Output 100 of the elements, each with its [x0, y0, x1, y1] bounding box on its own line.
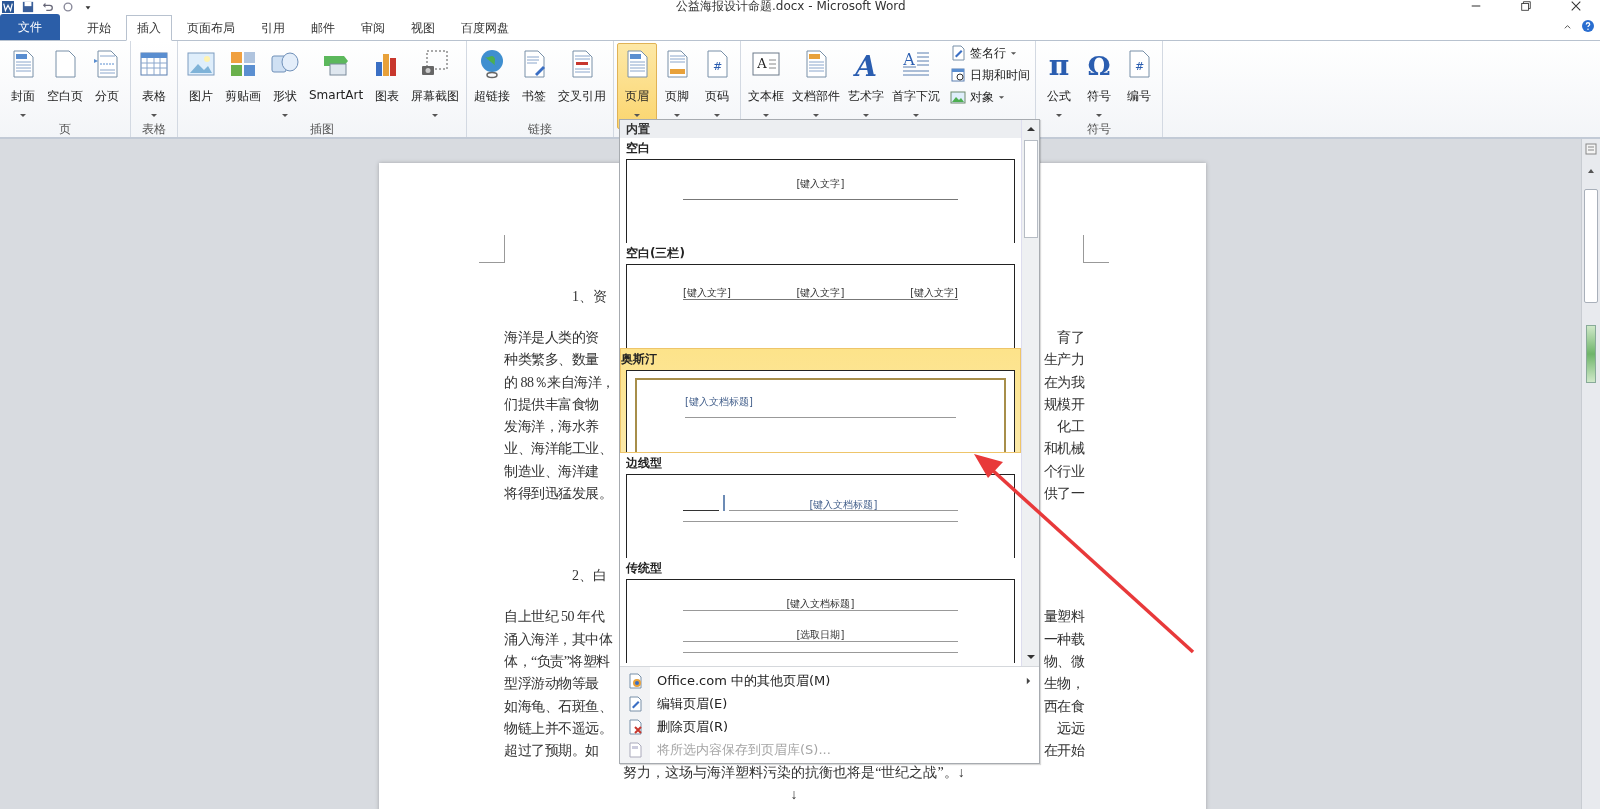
- word-icon[interactable]: [2, 1, 14, 13]
- globe-page-icon: [627, 672, 643, 689]
- menu-item[interactable]: 编辑页眉(E): [620, 692, 1039, 715]
- body-text: 涌入海洋，其中体: [504, 630, 612, 649]
- signature-icon: [950, 45, 967, 61]
- gallery-item[interactable]: 空白 [键入文字]: [620, 138, 1021, 243]
- calendar-icon: [950, 67, 967, 83]
- scrollbar[interactable]: [1581, 139, 1600, 809]
- crop-mark: [479, 235, 505, 263]
- omega-icon: Ω: [1083, 48, 1116, 80]
- ribbon-tab[interactable]: 邮件: [300, 16, 346, 40]
- caret-icon: [150, 113, 158, 118]
- preview-text: [键入文档标题]: [685, 396, 753, 407]
- body-text: 生物，: [1043, 675, 1084, 694]
- ribbon-button[interactable]: 签名行: [948, 43, 1033, 63]
- body-text: 制造业、海洋建: [504, 462, 599, 481]
- gallery-item-label: 空白(三栏): [626, 245, 686, 262]
- body-text: 和机械: [1043, 440, 1084, 459]
- body-text: 化工: [1057, 418, 1084, 437]
- heading-text: 1、资: [572, 289, 607, 304]
- preview-text: [键入文字]: [683, 287, 731, 298]
- submenu-arrow-icon: [1026, 676, 1031, 685]
- ribbon-button[interactable]: 图表: [367, 43, 408, 129]
- section-heading: 内置: [620, 120, 1021, 138]
- ribbon-button[interactable]: 屏幕截图: [407, 43, 464, 129]
- preview-text: [键入文字]: [796, 178, 845, 189]
- file-tab[interactable]: 文件: [0, 14, 60, 40]
- gallery-item-label: 空白: [626, 140, 651, 157]
- undo-icon[interactable]: [42, 1, 54, 13]
- body-text: 个行业: [1043, 462, 1084, 481]
- body-text: 生产力: [1043, 351, 1084, 370]
- ribbon-button[interactable]: 日期和时间: [948, 65, 1033, 85]
- restore-icon[interactable]: [1520, 0, 1532, 12]
- scroll-thumb[interactable]: [1023, 140, 1038, 238]
- body-text: 种类繁多、数量: [504, 351, 599, 370]
- group-label: 插图: [310, 121, 335, 138]
- preview-text: [键入文字]: [796, 287, 845, 298]
- gallery-item[interactable]: 边线型 [键入文档标题]: [620, 453, 1021, 558]
- ribbon-button[interactable]: 封面: [3, 43, 43, 129]
- save-page-icon: [627, 741, 643, 758]
- ribbon-tab[interactable]: 视图: [400, 16, 446, 40]
- caret-icon: [1010, 50, 1018, 56]
- object-icon: [950, 89, 967, 105]
- ribbon-tab[interactable]: 页面布局: [176, 16, 246, 40]
- gallery-item-label: 奥斯汀: [621, 351, 658, 368]
- ribbon-tab[interactable]: 审阅: [350, 16, 396, 40]
- body-text: 一种载: [1043, 630, 1084, 649]
- group-label: 表格: [142, 121, 166, 138]
- ribbon-button[interactable]: 超链接: [470, 43, 515, 129]
- edit-page-icon: [627, 695, 643, 712]
- body-text: 物、微: [1043, 652, 1084, 671]
- gallery-item-label: 边线型: [626, 455, 663, 472]
- ribbon-button[interactable]: 剪贴画: [221, 43, 265, 129]
- preview-text: [键入文档标题]: [729, 499, 958, 511]
- ribbon-tab[interactable]: 引用: [250, 16, 296, 40]
- ribbon-button[interactable]: π 公式: [1039, 43, 1080, 129]
- close-icon[interactable]: [1570, 0, 1582, 12]
- group-label: 符号: [1087, 121, 1112, 138]
- ribbon-button[interactable]: 形状: [265, 43, 305, 129]
- body-text: 业、海洋能工业、: [504, 440, 612, 459]
- save-icon[interactable]: [22, 1, 34, 13]
- scroll-up-icon[interactable]: [1586, 167, 1596, 175]
- ribbon-button[interactable]: 图片: [181, 43, 221, 129]
- body-text: 育了: [1057, 329, 1084, 347]
- ribbon-button[interactable]: 对象: [948, 87, 1033, 107]
- body-text: 努力，这场与海洋塑料污染的抗衡也将是“世纪之战”。↓: [623, 765, 965, 781]
- body-text: ↓: [790, 787, 798, 803]
- menu-item[interactable]: Office.com 中的其他页眉(M): [620, 669, 1039, 692]
- window-title: 公益海报设计命题.docx - Microsoft Word: [676, 0, 906, 13]
- gallery-item[interactable]: 传统型 [键入文档标题] [选取日期]: [620, 558, 1021, 663]
- preview-text: [选取日期]: [796, 629, 845, 640]
- body-text: 的 88％来自海洋，: [504, 373, 615, 392]
- body-text: 规模开: [1043, 395, 1084, 414]
- pi-icon: π: [1043, 48, 1076, 80]
- body-text: 在开始: [1043, 742, 1084, 761]
- caret-icon: [998, 94, 1006, 100]
- menu-item[interactable]: 删除页眉(R): [620, 715, 1039, 738]
- ribbon-tab[interactable]: 开始: [76, 16, 122, 40]
- ribbon-button[interactable]: 交叉引用: [554, 43, 611, 129]
- body-text: 供了一: [1043, 485, 1084, 504]
- preview-text: [键入文字]: [910, 287, 958, 298]
- scrollbar[interactable]: [1021, 120, 1039, 666]
- gallery-item[interactable]: 空白(三栏) [键入文字] [键入文字] [键入文字]: [620, 243, 1021, 348]
- level-indicator-icon: [1586, 325, 1596, 383]
- gallery-item[interactable]: 奥斯汀 [键入文档标题]: [620, 348, 1021, 453]
- scroll-thumb[interactable]: [1584, 189, 1598, 303]
- ribbon-button[interactable]: # 编号: [1119, 43, 1160, 129]
- crop-mark: [1083, 235, 1109, 263]
- help-icon[interactable]: [1582, 20, 1594, 32]
- preview-text: [键入文档标题]: [786, 598, 855, 609]
- body-text: 远远: [1057, 719, 1084, 738]
- body-text: 们提供丰富食物: [504, 395, 599, 414]
- body-text: 自上世纪 50 年代: [504, 608, 604, 627]
- caret-icon: [19, 113, 27, 118]
- ribbon-tab[interactable]: 百度网盘: [450, 16, 520, 40]
- body-text: 西在食: [1043, 697, 1084, 716]
- ribbon-button[interactable]: 分页: [87, 43, 127, 129]
- heading-text: 2、白: [572, 568, 607, 584]
- ribbon-tab[interactable]: 插入: [126, 15, 172, 41]
- group-label: 链接: [528, 121, 553, 138]
